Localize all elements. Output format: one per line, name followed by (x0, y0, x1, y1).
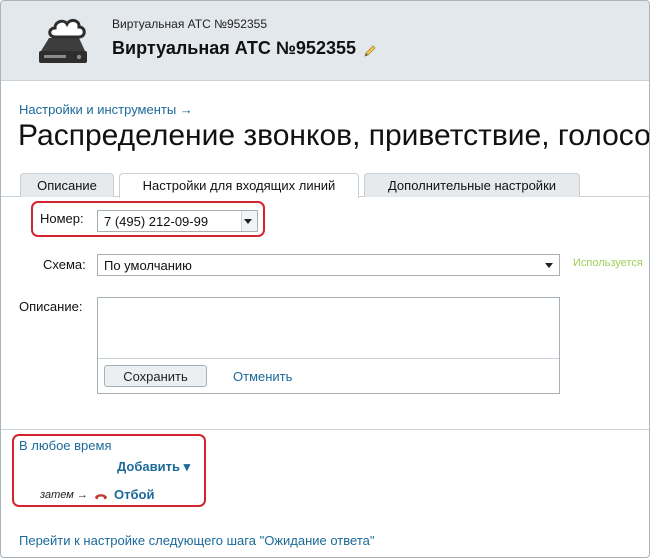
tab-description[interactable]: Описание (20, 173, 114, 197)
number-select-value: 7 (495) 212-09-99 (104, 214, 209, 229)
anytime-link[interactable]: В любое время (19, 438, 111, 453)
tab-additional-settings[interactable]: Дополнительные настройки (364, 173, 580, 197)
scheme-label: Схема: (43, 257, 86, 272)
description-textarea[interactable] (98, 298, 559, 359)
chevron-down-icon (545, 263, 553, 268)
description-label: Описание: (19, 299, 83, 314)
phone-hangup-icon (95, 494, 107, 500)
breadcrumb[interactable]: Настройки и инструменты → (19, 102, 193, 117)
pencil-icon[interactable] (362, 43, 378, 59)
scheme-hint: Используется (573, 257, 643, 269)
description-panel: Сохранить Отменить (97, 297, 560, 394)
header-subtitle: Виртуальная АТС №952355 (112, 17, 267, 31)
add-dropdown-button[interactable]: Добавить ▾ (117, 459, 190, 475)
section-divider (1, 429, 649, 430)
chevron-down-icon (244, 219, 252, 224)
cancel-link[interactable]: Отменить (233, 369, 292, 384)
cloud-server-icon (39, 18, 87, 63)
header: Виртуальная АТС №952355 Виртуальная АТС … (1, 1, 649, 81)
hangup-link[interactable]: Отбой (114, 487, 154, 502)
header-title: Виртуальная АТС №952355 (112, 38, 356, 58)
page-title: Распределение звонков, приветствие, голо… (18, 119, 650, 152)
scheme-select-value: По умолчанию (104, 258, 192, 273)
next-step-link[interactable]: Перейти к настройке следующего шага "Ожи… (19, 533, 374, 548)
number-select[interactable]: 7 (495) 212-09-99 (97, 210, 258, 232)
tab-incoming-lines[interactable]: Настройки для входящих линий (119, 173, 359, 198)
number-label: Номер: (40, 211, 84, 226)
save-button[interactable]: Сохранить (104, 365, 207, 387)
app-window: Виртуальная АТС №952355 Виртуальная АТС … (0, 0, 650, 558)
scheme-select[interactable]: По умолчанию (97, 254, 560, 276)
then-label: затем → (40, 489, 88, 501)
